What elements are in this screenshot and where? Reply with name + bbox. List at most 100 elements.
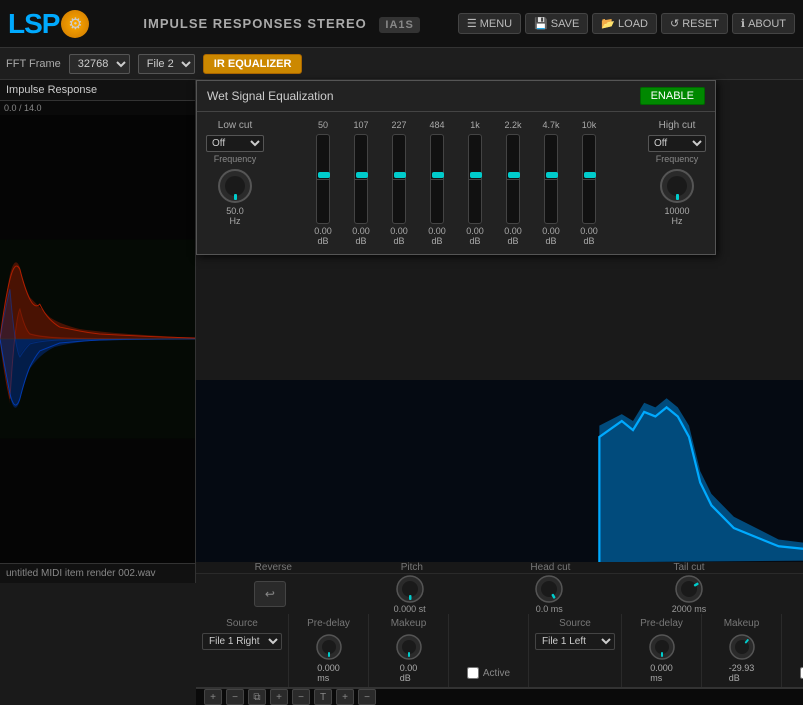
band-db-107: 0.00dB — [352, 226, 370, 246]
head-cut-label: Head cut — [481, 562, 620, 573]
eq-bands-row: Low cut Off Frequency 5 — [205, 120, 707, 246]
band-db-22k: 0.00dB — [504, 226, 522, 246]
knob-row: ↩ 0.000 st 0.0 ms — [196, 574, 803, 614]
fade-in-cell: 14.0 ms — [759, 574, 803, 614]
low-cut-select[interactable]: Off — [206, 135, 264, 152]
slider-thumb-22k[interactable] — [508, 172, 520, 178]
fft-frame-select[interactable]: 32768 — [69, 54, 130, 74]
low-cut-label: Low cut — [218, 120, 252, 131]
fade-in-label: Fade in — [758, 562, 803, 573]
active-right-checkbox[interactable] — [467, 667, 479, 679]
makeup-right-knob[interactable] — [395, 633, 423, 661]
spectrum-svg — [196, 380, 803, 562]
frequency-label-left: Frequency — [214, 154, 257, 164]
makeup-left-knob[interactable] — [728, 633, 756, 661]
makeup-left-group: Makeup -29.93 dB — [702, 614, 782, 687]
save-button[interactable]: 💾 SAVE — [525, 13, 588, 34]
status-bar: + − ⧉ + − T + − JACK: ON ? — [196, 688, 803, 705]
slider-thumb-1k[interactable] — [470, 172, 482, 178]
active-right-label: Active — [483, 668, 510, 679]
eq-band-107: 107 0.00dB — [345, 120, 377, 246]
slider-track-47k[interactable] — [544, 134, 558, 224]
predelay-right-group: Pre-delay 0.000 ms — [289, 614, 369, 687]
about-icon: ℹ — [741, 17, 745, 30]
slider-thumb-50[interactable] — [318, 172, 330, 178]
down-button[interactable]: − — [358, 689, 376, 705]
slider-track-22k[interactable] — [506, 134, 520, 224]
high-cut-knob-container: 10000 Hz — [659, 168, 695, 226]
high-freq-value: 10000 Hz — [664, 206, 689, 226]
predelay-left-label: Pre-delay — [640, 618, 683, 629]
pitch-knob[interactable] — [395, 574, 425, 604]
fader-midline-22k — [507, 179, 519, 180]
band-db-484: 0.00dB — [428, 226, 446, 246]
source-left-select[interactable]: File 1 Left — [535, 633, 615, 650]
remove-right-button[interactable]: − — [292, 689, 310, 705]
low-cut-knob-container: 50.0 Hz — [217, 168, 253, 226]
about-button[interactable]: ℹ ABOUT — [732, 13, 795, 34]
load-button[interactable]: 📂 LOAD — [592, 13, 657, 34]
band-db-47k: 0.00dB — [542, 226, 560, 246]
params-row: Source File 1 Right Pre-delay 0.000 ms — [196, 614, 803, 688]
tail-cut-knob[interactable] — [674, 574, 704, 604]
low-cut-knob[interactable] — [217, 168, 253, 204]
enable-button[interactable]: ENABLE — [640, 87, 705, 105]
slider-thumb-47k[interactable] — [546, 172, 558, 178]
add-left-button[interactable]: + — [204, 689, 222, 705]
predelay-right-subrow: 0.000 ms — [315, 633, 343, 683]
tail-cut-label: Tail cut — [620, 562, 759, 573]
waveform-svg — [0, 115, 195, 563]
predelay-right-knob[interactable] — [315, 633, 343, 661]
slider-thumb-484[interactable] — [432, 172, 444, 178]
fader-midline-47k — [545, 179, 557, 180]
makeup-right-group: Makeup 0.00 dB — [369, 614, 449, 687]
reset-icon: ↺ — [670, 17, 679, 30]
ir-equalizer-button[interactable]: IR EQUALIZER — [203, 54, 303, 74]
remove-left-button[interactable]: − — [226, 689, 244, 705]
fft-label: FFT Frame — [6, 58, 61, 70]
eq-band-227: 227 0.00dB — [383, 120, 415, 246]
waveform-filename: untitled MIDI item render 002.wav — [0, 563, 195, 583]
band-freq-47k: 4.7k — [542, 120, 559, 130]
slider-track-484[interactable] — [430, 134, 444, 224]
logo: LSP ⚙ — [8, 8, 89, 40]
slider-track-227[interactable] — [392, 134, 406, 224]
active-left-group: Active — [782, 614, 803, 687]
source-left-label: Source — [559, 618, 591, 629]
slider-track-10k[interactable] — [582, 134, 596, 224]
source-right-select[interactable]: File 1 Right — [202, 633, 282, 650]
band-freq-107: 107 — [353, 120, 368, 130]
slider-thumb-107[interactable] — [356, 172, 368, 178]
text-button[interactable]: T — [314, 689, 332, 705]
up-button[interactable]: + — [336, 689, 354, 705]
high-cut-select[interactable]: Off — [648, 135, 706, 152]
high-cut-label: High cut — [659, 120, 696, 131]
reset-button[interactable]: ↺ RESET — [661, 13, 728, 34]
status-left: + − ⧉ + − T + − — [204, 689, 376, 705]
app-title: IMPULSE RESPONSES STEREO IA1S — [105, 16, 457, 31]
fader-midline-10k — [583, 179, 595, 180]
eq-band-484: 484 0.00dB — [421, 120, 453, 246]
high-cut-section: High cut Off Frequency — [647, 120, 707, 226]
predelay-right-label: Pre-delay — [307, 618, 350, 629]
slider-thumb-227[interactable] — [394, 172, 406, 178]
band-db-1k: 0.00dB — [466, 226, 484, 246]
predelay-left-group: Pre-delay 0.000 ms — [622, 614, 702, 687]
file-select[interactable]: File 2 — [138, 54, 195, 74]
makeup-left-value: -29.93 dB — [729, 663, 755, 683]
low-freq-value: 50.0 Hz — [226, 206, 244, 226]
slider-track-107[interactable] — [354, 134, 368, 224]
predelay-left-knob[interactable] — [648, 633, 676, 661]
high-cut-knob[interactable] — [659, 168, 695, 204]
head-cut-knob[interactable] — [534, 574, 564, 604]
slider-track-50[interactable] — [316, 134, 330, 224]
add-right-button[interactable]: + — [270, 689, 288, 705]
reverse-button[interactable]: ↩ — [254, 581, 286, 607]
slider-track-1k[interactable] — [468, 134, 482, 224]
menu-button[interactable]: ☰ MENU — [458, 13, 521, 34]
copy-button[interactable]: ⧉ — [248, 689, 266, 705]
eq-sliders: 50 0.00dB 107 — [269, 120, 643, 246]
slider-thumb-10k[interactable] — [584, 172, 596, 178]
reverse-label: Reverse — [204, 562, 343, 573]
band-freq-10k: 10k — [582, 120, 597, 130]
